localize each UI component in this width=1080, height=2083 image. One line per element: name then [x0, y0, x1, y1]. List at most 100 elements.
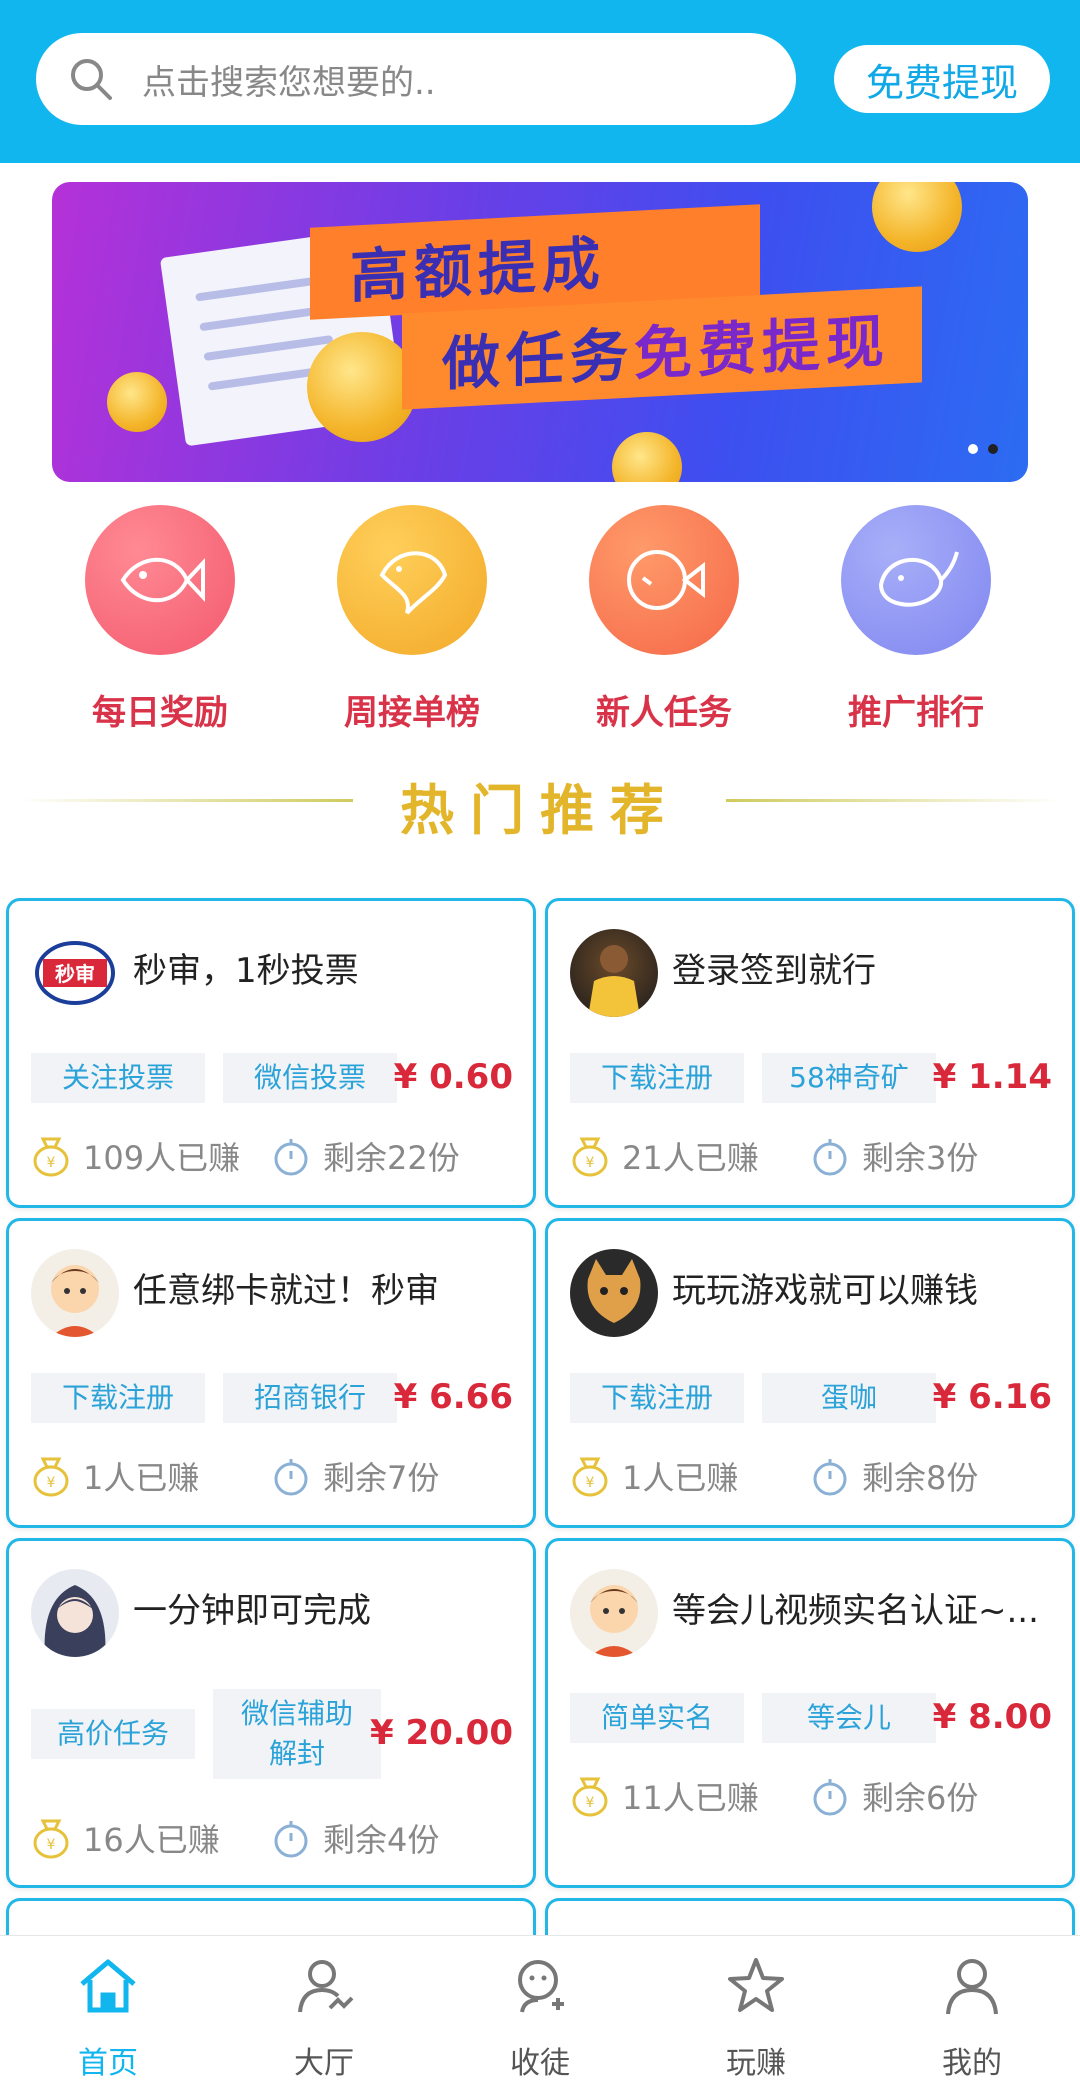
add-friend-icon	[518, 1960, 564, 2013]
card-tag: 简单实名	[570, 1693, 744, 1743]
card-price: ¥ 6.16	[932, 1377, 1052, 1417]
nav-recruit[interactable]: 收徒	[432, 1954, 648, 2082]
earned-count: 11人已赚	[622, 1779, 759, 1817]
card-price: ¥ 1.14	[932, 1057, 1052, 1097]
card-tag: 等会儿	[762, 1693, 936, 1743]
card-tag: 58神奇矿	[762, 1053, 936, 1103]
coin-bag-icon: ¥	[572, 1777, 608, 1817]
card-title: 等会儿视频实名认证~...	[672, 1591, 1039, 1631]
coin-bag-icon: ¥	[33, 1137, 69, 1177]
card-title: 玩玩游戏就可以赚钱	[672, 1271, 978, 1311]
dolphin-icon	[337, 505, 487, 655]
remaining-count: 剩余7份	[323, 1459, 440, 1497]
card-price: ¥ 0.60	[393, 1057, 513, 1097]
search-placeholder: 点击搜索您想要的..	[142, 62, 436, 103]
timer-icon	[274, 1139, 308, 1176]
timer-icon	[274, 1821, 308, 1858]
nav-label: 首页	[78, 2046, 138, 2081]
task-card[interactable]: 一分钟即可完成 高价任务 微信辅助 解封 ¥ 20.00 ¥ 16人已赚 剩余4…	[6, 1538, 536, 1888]
category-label: 每日奖励	[92, 693, 228, 733]
card-tag: 微信投票	[223, 1053, 397, 1103]
card-tag: 下载注册	[570, 1053, 744, 1103]
hot-recommend-header: 热门推荐	[0, 760, 1080, 842]
hot-recommend-title: 热门推荐	[400, 779, 680, 842]
coin-bag-icon: ¥	[33, 1819, 69, 1859]
card-title: 登录签到就行	[672, 951, 876, 991]
card-tag: 招商银行	[223, 1373, 397, 1423]
earned-count: 109人已赚	[83, 1139, 241, 1177]
nav-label: 大厅	[294, 2046, 354, 2081]
earned-count: 16人已赚	[83, 1821, 220, 1859]
star-icon	[728, 1958, 784, 2012]
remaining-count: 剩余6份	[862, 1779, 979, 1817]
card-title: 一分钟即可完成	[133, 1591, 371, 1631]
earned-count: 1人已赚	[622, 1459, 739, 1497]
card-title: 任意绑卡就过！秒审	[133, 1271, 439, 1311]
coin-bag-icon: ¥	[33, 1457, 69, 1497]
nav-hall[interactable]: 大厅	[216, 1954, 432, 2082]
task-card[interactable]: 任意绑卡就过！秒审 下载注册 招商银行 ¥ 6.66 ¥ 1人已赚 剩余7份	[6, 1218, 536, 1528]
category-row: 每日奖励 周接单榜 新人任务 推广排行	[0, 505, 1080, 735]
coin-bag-icon: ¥	[572, 1457, 608, 1497]
miaoshen-logo: 秒审	[31, 929, 119, 1017]
profile-icon	[946, 1959, 998, 2015]
card-price: ¥ 20.00	[369, 1713, 513, 1753]
card-tag: 下载注册	[570, 1373, 744, 1423]
banner-line-2a: 做任务	[442, 320, 635, 399]
timer-icon	[813, 1139, 847, 1176]
basketball-player-avatar	[570, 929, 658, 1017]
category-label: 推广排行	[848, 693, 984, 733]
nav-play-earn[interactable]: 玩赚	[648, 1954, 864, 2082]
timer-icon	[813, 1779, 847, 1816]
cat-avatar	[570, 1249, 658, 1337]
remaining-count: 剩余4份	[323, 1821, 440, 1859]
nav-label: 收徒	[510, 2046, 570, 2081]
remaining-count: 剩余8份	[862, 1459, 979, 1497]
category-weekly-rank[interactable]: 周接单榜	[322, 505, 502, 734]
card-price: ¥ 6.66	[393, 1377, 513, 1417]
task-card[interactable]: 等会儿视频实名认证~... 简单实名 等会儿 ¥ 8.00 ¥ 11人已赚 剩余…	[545, 1538, 1075, 1888]
card-title: 秒审，1秒投票	[133, 951, 359, 991]
card-tag: 关注投票	[31, 1053, 205, 1103]
fish-icon	[85, 505, 235, 655]
whale-icon	[841, 505, 991, 655]
cartoon-man-avatar	[570, 1569, 658, 1657]
coin-bag-icon: ¥	[572, 1137, 608, 1177]
category-label: 周接单榜	[344, 693, 480, 733]
timer-icon	[813, 1459, 847, 1496]
promo-banner[interactable]: 高额提成 做任务免费提现	[52, 182, 1028, 482]
anime-girl-avatar	[31, 1569, 119, 1657]
remaining-count: 剩余3份	[862, 1139, 979, 1177]
nav-home[interactable]: 首页	[0, 1954, 216, 2082]
bottom-nav: 首页 大厅 收徒 玩赚 我的	[0, 1935, 1080, 2083]
puffer-fish-icon	[589, 505, 739, 655]
card-tag: 高价任务	[31, 1709, 195, 1759]
search-bar[interactable]: 点击搜索您想要的..	[36, 33, 796, 125]
task-card[interactable]: 登录签到就行 下载注册 58神奇矿 ¥ 1.14 ¥ 21人已赚 剩余3份	[545, 898, 1075, 1208]
card-tag: 微信辅助 解封	[213, 1689, 381, 1779]
banner-line-1: 高额提成	[350, 229, 607, 311]
free-withdraw-button[interactable]: 免费提现	[834, 45, 1050, 113]
svg-text:秒审: 秒审	[55, 962, 95, 986]
home-icon	[80, 1959, 136, 2013]
svg-text:¥: ¥	[47, 1475, 56, 1491]
nav-mine[interactable]: 我的	[864, 1954, 1080, 2082]
task-card[interactable]: 玩玩游戏就可以赚钱 下载注册 蛋咖 ¥ 6.16 ¥ 1人已赚 剩余8份	[545, 1218, 1075, 1528]
category-label: 新人任务	[596, 693, 732, 733]
timer-icon	[274, 1459, 308, 1496]
task-card[interactable]: 秒审 秒审，1秒投票 关注投票 微信投票 ¥ 0.60 ¥ 109人已赚 剩余2…	[6, 898, 536, 1208]
nav-label: 玩赚	[726, 2046, 786, 2081]
earned-count: 1人已赚	[83, 1459, 200, 1497]
category-daily-reward[interactable]: 每日奖励	[70, 505, 250, 734]
category-promotion-rank[interactable]: 推广排行	[826, 505, 1006, 734]
svg-text:¥: ¥	[47, 1155, 56, 1171]
top-header: 点击搜索您想要的.. 免费提现	[0, 0, 1080, 163]
remaining-count: 剩余22份	[323, 1139, 460, 1177]
hall-user-icon	[298, 1960, 354, 2013]
category-newbie-task[interactable]: 新人任务	[574, 505, 754, 734]
card-tag: 下载注册	[31, 1373, 205, 1423]
earned-count: 21人已赚	[622, 1139, 759, 1177]
carousel-indicator	[968, 444, 998, 454]
cartoon-man-avatar	[31, 1249, 119, 1337]
nav-label: 我的	[942, 2046, 1002, 2081]
